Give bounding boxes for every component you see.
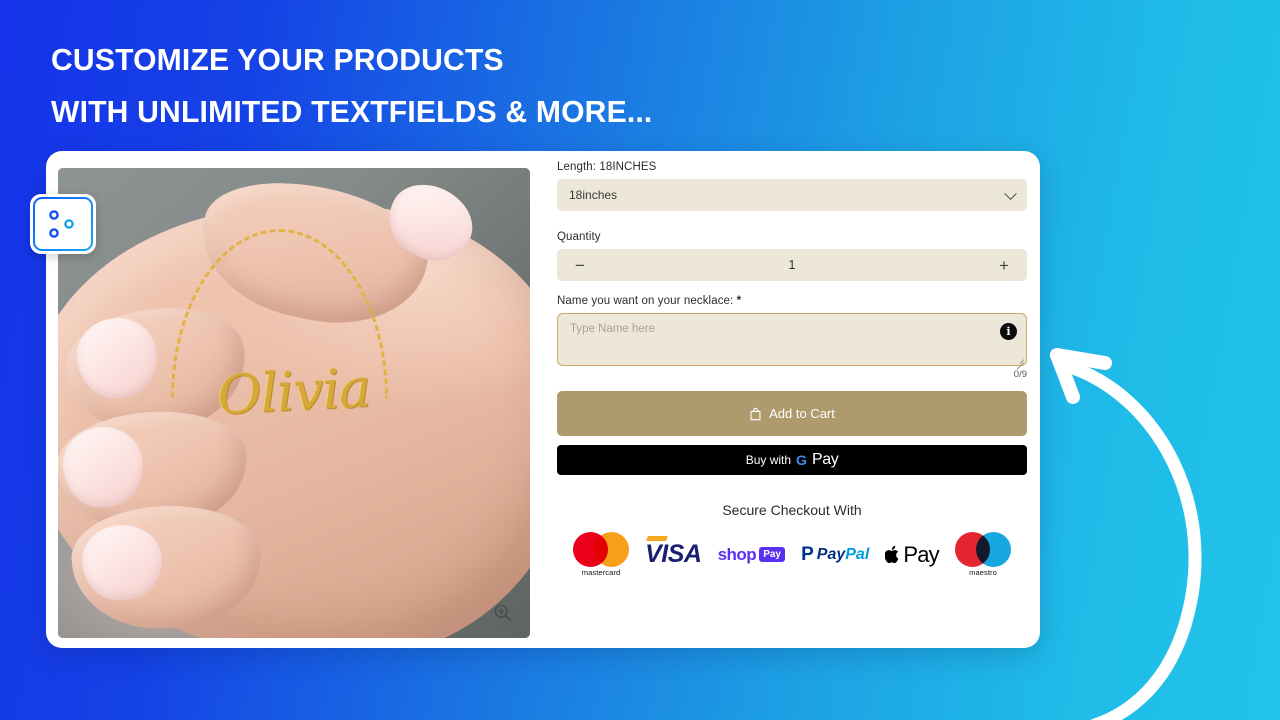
payment-mastercard: mastercard xyxy=(573,532,629,577)
curved-arrow-icon xyxy=(1050,348,1202,720)
payment-paypal: P Pay Pal xyxy=(801,545,869,564)
customizer-badge[interactable] xyxy=(30,194,96,254)
paypal-word-b: Pal xyxy=(845,545,870,563)
headline-line-1: CUSTOMIZE YOUR PRODUCTS xyxy=(51,42,504,77)
headline-line-2: WITH UNLIMITED TEXTFIELDS & MORE... xyxy=(51,94,653,129)
add-to-cart-button[interactable]: Add to Cart xyxy=(557,391,1027,436)
page-title: CUSTOMIZE YOUR PRODUCTS WITH UNLIMITED T… xyxy=(51,34,652,138)
gpay-label: Pay xyxy=(811,451,839,468)
textarea-resize-handle[interactable] xyxy=(1015,354,1024,370)
name-textarea-wrapper: Type Name here i xyxy=(557,313,1027,370)
google-g-icon: G xyxy=(796,452,807,468)
quantity-decrement-button[interactable]: − xyxy=(571,257,589,274)
required-asterisk: * xyxy=(736,295,742,307)
quantity-increment-button[interactable]: + xyxy=(995,257,1013,274)
sliders-icon xyxy=(46,210,80,238)
apple-pay-icon: Pay xyxy=(885,541,940,568)
maestro-caption: maestro xyxy=(969,568,997,577)
shop-pay-badge: Pay xyxy=(759,547,785,562)
product-image[interactable]: Olivia xyxy=(58,168,530,638)
quantity-label: Quantity xyxy=(557,231,601,243)
visa-icon: VISA xyxy=(645,540,702,568)
name-textarea[interactable]: Type Name here xyxy=(557,313,1027,366)
info-icon[interactable]: i xyxy=(1000,323,1017,340)
secure-checkout-title: Secure Checkout With xyxy=(722,502,862,518)
apple-pay-word: Pay xyxy=(903,541,939,567)
photo-background: Olivia xyxy=(58,168,530,638)
payment-methods: mastercard VISA shop Pay P Pay Pal Pay m… xyxy=(557,532,1027,577)
payment-visa: VISA xyxy=(645,540,702,569)
buy-with-gpay-button[interactable]: Buy with G Pay xyxy=(557,445,1027,475)
shopping-bag-icon xyxy=(750,407,761,420)
paypal-word-a: Pay xyxy=(816,545,846,563)
chevron-down-icon xyxy=(1004,187,1017,201)
name-field-label: Name you want on your necklace: * xyxy=(557,295,1027,307)
shop-word: shop xyxy=(717,544,757,564)
name-field-label-text: Name you want on your necklace: xyxy=(557,295,734,307)
payment-shop-pay: shop Pay xyxy=(718,545,785,565)
apple-logo-icon xyxy=(885,545,899,564)
product-card: Olivia Length: 18INCHES 18inches Quantit… xyxy=(46,151,1040,648)
maestro-icon xyxy=(955,532,1011,567)
length-select[interactable]: 18inches xyxy=(557,179,1027,211)
mastercard-caption: mastercard xyxy=(581,568,621,577)
character-counter: 0/9 xyxy=(1013,369,1027,380)
paypal-mark: P xyxy=(801,544,814,565)
quantity-value: 1 xyxy=(788,258,796,272)
length-selected-value: 18inches xyxy=(569,188,618,202)
length-label: Length: 18INCHES xyxy=(557,161,657,173)
gpay-prefix: Buy with xyxy=(745,453,792,467)
quantity-stepper[interactable]: − 1 + xyxy=(557,249,1027,281)
paypal-icon: P Pay Pal xyxy=(801,545,869,564)
payment-apple-pay: Pay xyxy=(885,541,940,568)
payment-maestro: maestro xyxy=(955,532,1011,577)
magnifier-plus-icon[interactable] xyxy=(492,602,514,624)
product-form: Length: 18INCHES 18inches Quantity − 1 +… xyxy=(555,161,1029,577)
shop-pay-icon: shop Pay xyxy=(718,545,785,565)
mastercard-icon xyxy=(573,532,629,567)
add-to-cart-label: Add to Cart xyxy=(769,406,835,421)
